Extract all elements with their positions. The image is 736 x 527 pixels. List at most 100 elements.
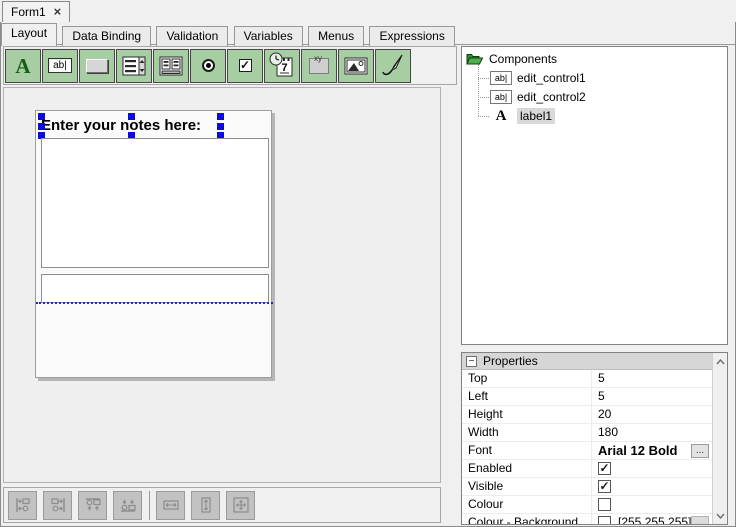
align-top-button[interactable] — [78, 491, 107, 520]
align-left-icon — [14, 496, 32, 514]
property-row-enabled[interactable]: Enabled ✓ — [462, 460, 712, 478]
colour-background-checkbox[interactable] — [598, 516, 611, 525]
property-value[interactable]: 20 — [592, 406, 712, 424]
push-button-tool-button[interactable] — [79, 49, 115, 83]
form-design-surface[interactable]: Enter your notes here: — [35, 110, 272, 378]
components-tree-panel: Components ab| edit_control1 ab| edit_co… — [461, 46, 728, 345]
same-height-button[interactable] — [191, 491, 220, 520]
colour-picker-button[interactable]: ... — [691, 516, 709, 525]
selection-handle-mid-right[interactable] — [217, 123, 224, 130]
property-row-height[interactable]: Height 20 — [462, 406, 712, 424]
radio-button-tool-icon — [202, 59, 215, 72]
tree-connector — [478, 64, 479, 116]
property-row-colour-background[interactable]: Colour - Background [255,255,255] ... — [462, 514, 712, 525]
date-time-picker-tool-button[interactable]: 7 — [264, 49, 300, 83]
collapse-icon[interactable]: − — [466, 356, 477, 367]
list-box-tool-button[interactable] — [116, 49, 152, 83]
properties-panel: − Properties Top 5 Left 5 Height 20 Widt… — [461, 352, 728, 525]
designed-edit-control1[interactable] — [41, 138, 269, 268]
property-name: Visible — [462, 478, 592, 496]
property-name: Width — [462, 424, 592, 442]
property-name: Colour — [462, 496, 592, 514]
property-name: Enabled — [462, 460, 592, 478]
font-picker-button[interactable]: ... — [691, 444, 709, 458]
tab-variables[interactable]: Variables — [234, 26, 303, 46]
close-icon[interactable]: × — [54, 6, 62, 18]
align-left-button[interactable] — [8, 491, 37, 520]
property-row-font[interactable]: Font Arial 12 Bold ... — [462, 442, 712, 460]
tab-layout[interactable]: Layout — [1, 23, 57, 46]
selection-handle-top-left[interactable] — [38, 113, 45, 120]
property-row-top[interactable]: Top 5 — [462, 370, 712, 388]
align-right-button[interactable] — [43, 491, 72, 520]
align-bottom-icon — [119, 496, 137, 514]
panel-tool-icon: xy — [309, 58, 329, 74]
colour-checkbox[interactable] — [598, 498, 611, 511]
align-top-icon — [84, 496, 102, 514]
alignment-toolbar — [3, 487, 441, 523]
edit-box-tool-icon: ab| — [48, 58, 72, 73]
label-tool-button[interactable]: A — [5, 49, 41, 83]
tab-menus[interactable]: Menus — [308, 26, 364, 46]
radio-button-tool-button[interactable] — [190, 49, 226, 83]
check-box-tool-icon: ✓ — [239, 59, 252, 72]
tab-validation[interactable]: Validation — [156, 26, 228, 46]
property-row-visible[interactable]: Visible ✓ — [462, 478, 712, 496]
document-tab-form1[interactable]: Form1 × — [2, 1, 70, 22]
align-bottom-button[interactable] — [113, 491, 142, 520]
signature-tool-icon — [380, 53, 406, 79]
component-palette-toolbar: A ab| — [3, 46, 457, 85]
properties-scrollbar[interactable] — [712, 353, 727, 524]
property-value: [255,255,255] — [618, 514, 691, 525]
property-name: Top — [462, 370, 592, 388]
svg-text:7: 7 — [281, 62, 287, 74]
properties-header: − Properties — [462, 353, 712, 370]
tab-data-binding[interactable]: Data Binding — [62, 26, 151, 46]
tree-item-edit-control1[interactable]: ab| edit_control1 — [490, 69, 586, 87]
push-button-tool-icon — [86, 59, 108, 73]
tree-connector — [478, 78, 489, 79]
toolbar-separator — [149, 491, 150, 520]
form-designer-window: Form1 × Layout Data Binding Validation V… — [0, 0, 736, 527]
properties-title: Properties — [483, 354, 538, 368]
enabled-checkbox[interactable]: ✓ — [598, 462, 611, 475]
property-value[interactable]: 180 — [592, 424, 712, 442]
scroll-down-icon[interactable] — [713, 507, 728, 524]
edit-box-tool-button[interactable]: ab| — [42, 49, 78, 83]
property-row-width[interactable]: Width 180 — [462, 424, 712, 442]
design-canvas[interactable]: Enter your notes here: — [3, 87, 441, 483]
list-box-tool-icon — [122, 56, 146, 76]
scroll-up-icon[interactable] — [713, 353, 728, 370]
same-width-icon — [162, 496, 180, 514]
tree-item-label-selected: label1 — [517, 108, 555, 124]
tree-connector — [478, 97, 489, 98]
check-box-tool-button[interactable]: ✓ — [227, 49, 263, 83]
selection-handle-mid-left[interactable] — [38, 123, 45, 130]
tree-item-edit-control2[interactable]: ab| edit_control2 — [490, 88, 586, 106]
label-icon: A — [490, 108, 512, 125]
selection-handle-top-right[interactable] — [217, 113, 224, 120]
signature-tool-button[interactable] — [375, 49, 411, 83]
property-name: Height — [462, 406, 592, 424]
designer-tab-bar: Layout Data Binding Validation Variables… — [1, 22, 735, 45]
tree-item-components-root[interactable]: Components — [466, 50, 557, 68]
image-tool-button[interactable] — [338, 49, 374, 83]
selection-handle-top-center[interactable] — [128, 113, 135, 120]
same-size-button[interactable] — [226, 491, 255, 520]
tree-item-label: Components — [489, 52, 557, 66]
grid-tool-button[interactable] — [153, 49, 189, 83]
align-right-icon — [49, 496, 67, 514]
property-value[interactable]: 5 — [592, 388, 712, 406]
property-value[interactable]: 5 — [592, 370, 712, 388]
grid-tool-icon — [159, 56, 183, 76]
property-row-colour[interactable]: Colour — [462, 496, 712, 514]
visible-checkbox[interactable]: ✓ — [598, 480, 611, 493]
designed-edit-control2[interactable] — [41, 274, 269, 303]
same-size-icon — [232, 496, 250, 514]
same-width-button[interactable] — [156, 491, 185, 520]
tab-expressions[interactable]: Expressions — [369, 26, 454, 46]
panel-tool-button[interactable]: xy — [301, 49, 337, 83]
tree-item-label1[interactable]: A label1 — [490, 107, 555, 125]
form-boundary-guide — [36, 302, 273, 304]
property-row-left[interactable]: Left 5 — [462, 388, 712, 406]
